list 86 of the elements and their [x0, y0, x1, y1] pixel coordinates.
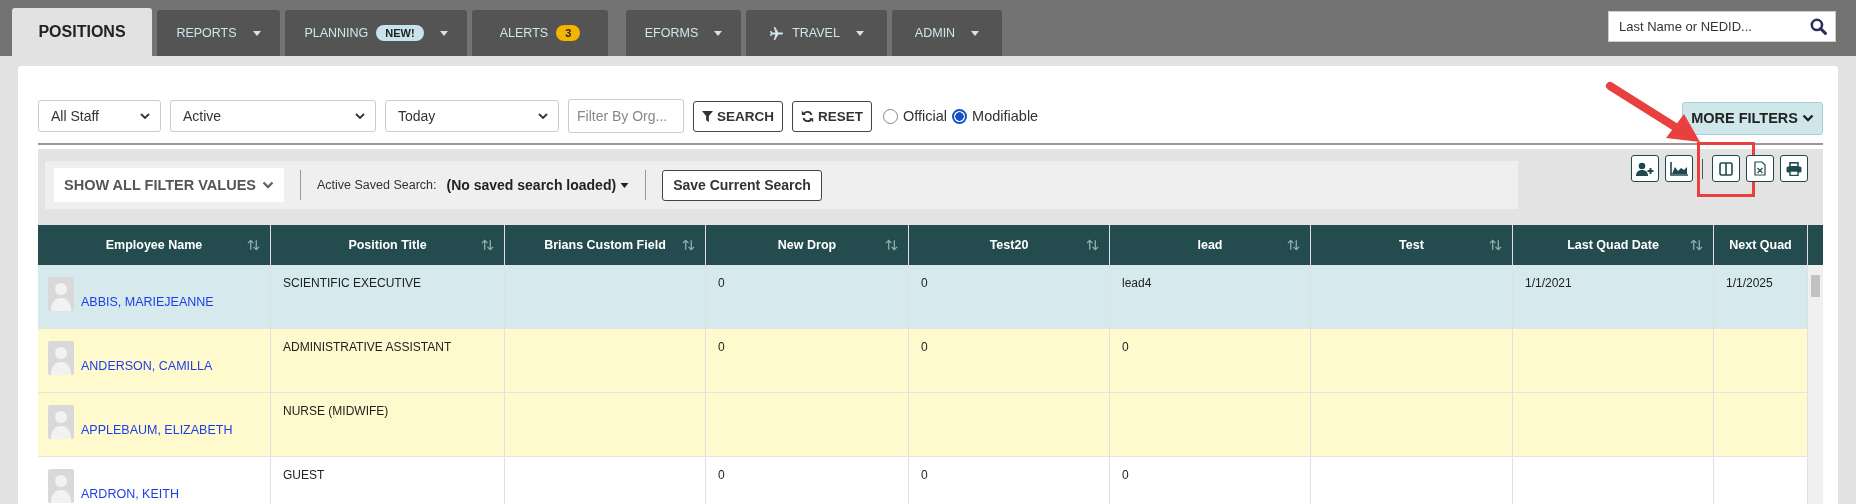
- area-chart-button[interactable]: [1665, 155, 1693, 182]
- tab-badge: NEW!: [376, 25, 424, 41]
- sort-icon: [247, 239, 260, 251]
- search-icon: [1810, 18, 1827, 35]
- nav-tab[interactable]: REPORTS: [157, 10, 280, 56]
- sort-icon: [885, 239, 898, 251]
- airplane-icon: [769, 25, 785, 41]
- table-cell: 0: [718, 276, 725, 290]
- print-icon: [1786, 161, 1802, 176]
- sort-icon: [1086, 239, 1099, 251]
- radio-option[interactable]: Official: [883, 108, 948, 124]
- caret-icon: [252, 30, 261, 36]
- table-cell: GUEST: [283, 468, 325, 482]
- more-filters-button[interactable]: MORE FILTERS: [1682, 101, 1823, 135]
- columns-icon: [1719, 161, 1733, 176]
- show-filter-values-button[interactable]: SHOW ALL FILTER VALUES: [54, 168, 284, 202]
- chevron-down-icon: [355, 113, 365, 119]
- saved-search-dropdown[interactable]: (No saved search loaded): [446, 177, 630, 193]
- table-cell: 0: [1122, 340, 1129, 354]
- search-field[interactable]: Last Name or NEDID...: [1608, 11, 1836, 42]
- reset-button[interactable]: RESET: [792, 100, 873, 132]
- nav-tab[interactable]: POSITIONS: [12, 8, 152, 56]
- search-button[interactable]: SEARCH: [693, 100, 783, 132]
- chevron-down-icon: [262, 181, 274, 189]
- employee-link[interactable]: ANDERSON, CAMILLA: [81, 359, 213, 373]
- table-cell: 1/1/2025: [1726, 276, 1773, 290]
- table-cell: SCIENTIFIC EXECUTIVE: [283, 276, 422, 290]
- refresh-icon: [801, 109, 814, 123]
- chevron-down-icon: [538, 113, 548, 119]
- nav-tab[interactable]: PLANNING NEW!: [285, 10, 467, 56]
- tab-label: ADMIN: [914, 26, 956, 40]
- tab-label: ALERTS: [499, 26, 549, 40]
- employee-link[interactable]: ABBIS, MARIEJEANNE: [81, 295, 214, 309]
- table-cell: 0: [921, 468, 928, 482]
- add-person-button[interactable]: [1631, 155, 1659, 182]
- tab-label: REPORTS: [176, 26, 237, 40]
- tab-badge: 3: [556, 25, 581, 41]
- table-cell: 0: [718, 468, 725, 482]
- table-cell: 1/1/2021: [1525, 276, 1572, 290]
- radio-option[interactable]: Modifiable: [952, 108, 1039, 124]
- tab-label: TRAVEL: [792, 26, 840, 40]
- scrollbar[interactable]: [1808, 265, 1823, 504]
- caret-icon: [855, 30, 864, 36]
- save-search-button[interactable]: Save Current Search: [662, 169, 822, 201]
- tab-label: EFORMS: [644, 26, 699, 40]
- dropdown-field[interactable]: Active: [170, 100, 376, 132]
- excel-file-icon: [1754, 161, 1766, 176]
- print-button[interactable]: [1780, 155, 1808, 182]
- table-cell: lead4: [1122, 276, 1152, 290]
- table-cell: 0: [921, 340, 928, 354]
- sort-icon: [682, 239, 695, 251]
- sort-icon: [1489, 239, 1502, 251]
- employee-link[interactable]: APPLEBAUM, ELIZABETH: [81, 423, 233, 437]
- chevron-down-icon: [140, 113, 150, 119]
- nav-tab[interactable]: EFORMS: [626, 10, 741, 56]
- nav-tab[interactable]: TRAVEL: [746, 10, 887, 56]
- chevron-down-icon: [1802, 114, 1814, 122]
- employee-link[interactable]: ARDRON, KEITH: [81, 487, 179, 501]
- table-cell: 0: [921, 276, 928, 290]
- nav-tab[interactable]: ALERTS 3: [472, 10, 608, 56]
- nav-tab[interactable]: ADMIN: [892, 10, 1002, 56]
- table-cell: 0: [718, 340, 725, 354]
- add-person-icon: [1636, 161, 1654, 176]
- area-chart-icon: [1670, 161, 1688, 176]
- avatar-icon: [48, 405, 74, 439]
- table-cell: ADMINISTRATIVE ASSISTANT: [283, 340, 452, 354]
- caret-icon: [971, 30, 980, 36]
- caret-icon: [620, 182, 630, 188]
- filter-icon: [702, 110, 713, 122]
- avatar-icon: [48, 277, 74, 311]
- sort-icon: [481, 239, 494, 251]
- tab-label: POSITIONS: [38, 23, 126, 41]
- saved-search-label: Active Saved Search:: [317, 178, 437, 192]
- sort-icon: [1287, 239, 1300, 251]
- org-filter-field[interactable]: Filter By Org...: [568, 99, 684, 133]
- avatar-icon: [48, 341, 74, 375]
- excel-export-button[interactable]: [1746, 155, 1774, 182]
- tab-label: PLANNING: [304, 26, 369, 40]
- sort-icon: [1690, 239, 1703, 251]
- dropdown-field[interactable]: Today: [385, 100, 559, 132]
- table-cell: NURSE (MIDWIFE): [283, 404, 389, 418]
- columns-button[interactable]: [1712, 155, 1740, 182]
- caret-icon: [439, 30, 448, 36]
- table-cell: 0: [1122, 468, 1129, 482]
- caret-icon: [714, 30, 723, 36]
- dropdown-field[interactable]: All Staff: [38, 100, 161, 132]
